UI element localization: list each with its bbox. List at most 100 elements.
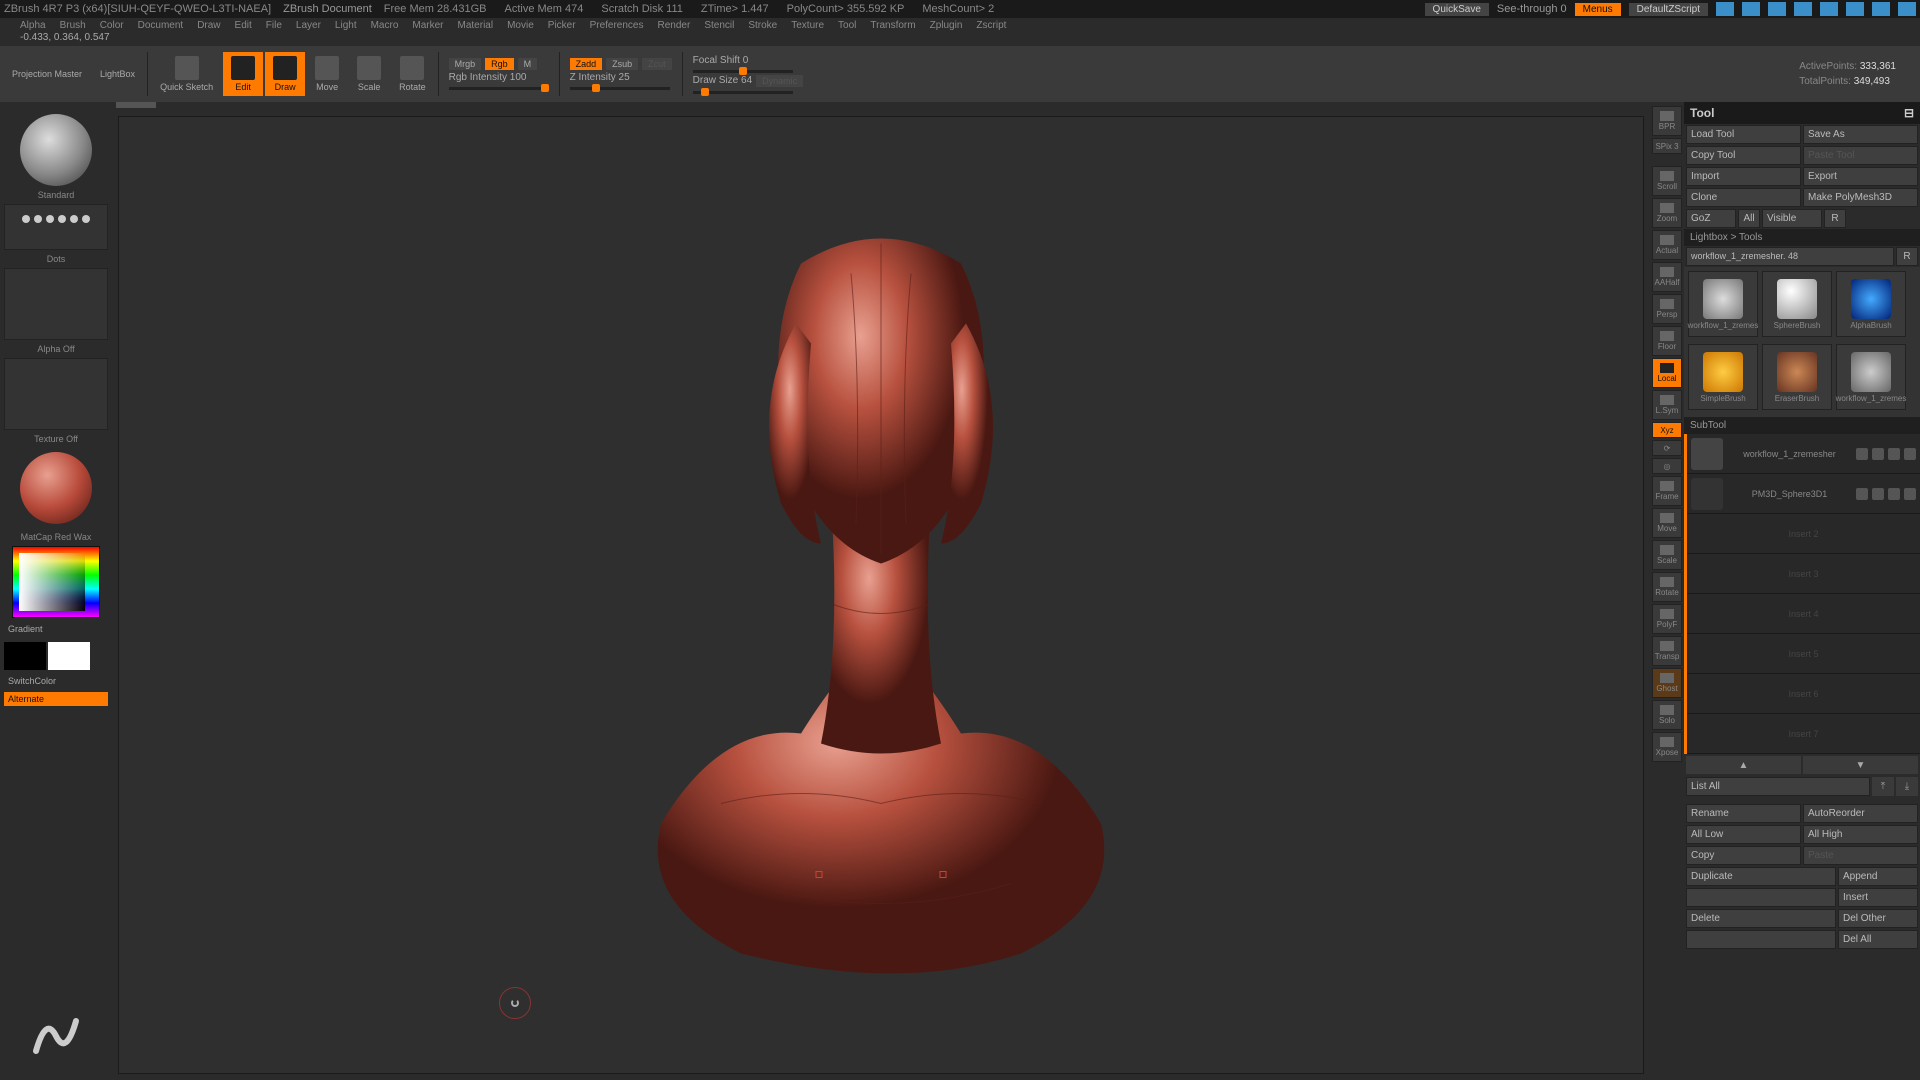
- transp-button[interactable]: Transp: [1652, 636, 1682, 666]
- subtool-row-1[interactable]: PM3D_Sphere3D1: [1687, 474, 1920, 514]
- zcut-button[interactable]: Zcut: [642, 58, 672, 70]
- menu-zscript[interactable]: Zscript: [976, 20, 1006, 31]
- goz-all-button[interactable]: All: [1738, 209, 1760, 228]
- alllow-button[interactable]: All Low: [1686, 825, 1801, 844]
- subtool-row-4[interactable]: Insert 4: [1687, 594, 1920, 634]
- zoom-button[interactable]: Zoom: [1652, 198, 1682, 228]
- menu-edit[interactable]: Edit: [235, 20, 252, 31]
- defaultscript-button[interactable]: DefaultZScript: [1629, 3, 1708, 16]
- delall-button[interactable]: Del All: [1838, 930, 1918, 949]
- active-tool-name[interactable]: workflow_1_zremesher. 48: [1686, 247, 1894, 266]
- goz-button[interactable]: GoZ: [1686, 209, 1736, 228]
- insert-button[interactable]: Insert: [1838, 888, 1918, 907]
- menu-preferences[interactable]: Preferences: [590, 20, 644, 31]
- lightbox-tools-label[interactable]: Lightbox > Tools: [1684, 229, 1920, 246]
- switchcolor-button[interactable]: SwitchColor: [4, 674, 108, 688]
- secondary-color[interactable]: [4, 642, 46, 670]
- zadd-button[interactable]: Zadd: [570, 58, 603, 70]
- menu-alpha[interactable]: Alpha: [20, 20, 46, 31]
- make-polymesh-button[interactable]: Make PolyMesh3D: [1803, 188, 1918, 207]
- edit-button[interactable]: Edit: [223, 52, 263, 96]
- subtool-down-button[interactable]: ▼: [1803, 756, 1918, 774]
- actual-button[interactable]: Actual: [1652, 230, 1682, 260]
- goz-visible-button[interactable]: Visible: [1762, 209, 1822, 228]
- save-as-button[interactable]: Save As: [1803, 125, 1918, 144]
- xyz-button[interactable]: Xyz: [1652, 422, 1682, 438]
- seethrough-slider[interactable]: See-through 0: [1497, 3, 1567, 15]
- menu-file[interactable]: File: [266, 20, 282, 31]
- stroke-slot[interactable]: [4, 204, 108, 250]
- window-button-3[interactable]: [1768, 2, 1786, 16]
- lightbox-button[interactable]: LightBox: [92, 65, 143, 83]
- alpha-slot[interactable]: [4, 268, 108, 340]
- tool-thumb-2[interactable]: AlphaBrush: [1836, 271, 1906, 337]
- goz-r-button[interactable]: R: [1824, 209, 1846, 228]
- dynamic-button[interactable]: Dynamic: [756, 75, 803, 87]
- draw-size-slider[interactable]: Draw Size 64: [693, 75, 752, 86]
- solo-button[interactable]: Solo: [1652, 700, 1682, 730]
- lsym-button[interactable]: L.Sym: [1652, 390, 1682, 420]
- tool-thumb-5[interactable]: workflow_1_zremes: [1836, 344, 1906, 410]
- window-button-4[interactable]: [1794, 2, 1812, 16]
- subtool-paste-button[interactable]: Paste: [1803, 846, 1918, 865]
- rgb-intensity-track[interactable]: [449, 87, 549, 90]
- subtool-up-button[interactable]: ▲: [1686, 756, 1801, 774]
- menu-transform[interactable]: Transform: [870, 20, 915, 31]
- autoreorder-button[interactable]: AutoReorder: [1803, 804, 1918, 823]
- delete-button[interactable]: Delete: [1686, 909, 1836, 928]
- viewport[interactable]: [118, 116, 1644, 1074]
- menu-macro[interactable]: Macro: [371, 20, 399, 31]
- menu-movie[interactable]: Movie: [507, 20, 534, 31]
- menu-marker[interactable]: Marker: [412, 20, 443, 31]
- spix-slider[interactable]: SPix 3: [1652, 138, 1682, 154]
- menu-draw[interactable]: Draw: [197, 20, 220, 31]
- rot-y-button[interactable]: ⟳: [1652, 440, 1682, 456]
- tool-thumb-4[interactable]: EraserBrush: [1762, 344, 1832, 410]
- list-all-button[interactable]: List All: [1686, 777, 1870, 796]
- scale-nav-button[interactable]: Scale: [1652, 540, 1682, 570]
- menu-brush[interactable]: Brush: [60, 20, 86, 31]
- export-button[interactable]: Export: [1803, 167, 1918, 186]
- window-button-6[interactable]: [1846, 2, 1864, 16]
- quicksketch-button[interactable]: Quick Sketch: [152, 52, 221, 96]
- tool-thumb-3[interactable]: SimpleBrush: [1688, 344, 1758, 410]
- rename-button[interactable]: Rename: [1686, 804, 1801, 823]
- menus-button[interactable]: Menus: [1575, 3, 1621, 16]
- window-button-7[interactable]: [1872, 2, 1890, 16]
- m-button[interactable]: M: [518, 58, 538, 70]
- tool-thumb-0[interactable]: workflow_1_zremes: [1688, 271, 1758, 337]
- move-down-button[interactable]: ⤓: [1896, 777, 1918, 796]
- subtool-label[interactable]: SubTool: [1684, 417, 1920, 434]
- main-color[interactable]: [48, 642, 90, 670]
- persp-button[interactable]: Persp: [1652, 294, 1682, 324]
- menu-stroke[interactable]: Stroke: [748, 20, 777, 31]
- move-nav-button[interactable]: Move: [1652, 508, 1682, 538]
- duplicate-button[interactable]: Duplicate: [1686, 867, 1836, 886]
- scale-button[interactable]: Scale: [349, 52, 389, 96]
- subtool-row-0[interactable]: workflow_1_zremesher: [1687, 434, 1920, 474]
- paste-tool-button[interactable]: Paste Tool: [1803, 146, 1918, 165]
- menu-light[interactable]: Light: [335, 20, 357, 31]
- xpose-button[interactable]: Xpose: [1652, 732, 1682, 762]
- import-button[interactable]: Import: [1686, 167, 1801, 186]
- menu-stencil[interactable]: Stencil: [704, 20, 734, 31]
- mrgb-button[interactable]: Mrgb: [449, 58, 482, 70]
- append-button[interactable]: Append: [1838, 867, 1918, 886]
- rotate-nav-button[interactable]: Rotate: [1652, 572, 1682, 602]
- allhigh-button[interactable]: All High: [1803, 825, 1918, 844]
- subtool-row-3[interactable]: Insert 3: [1687, 554, 1920, 594]
- load-tool-button[interactable]: Load Tool: [1686, 125, 1801, 144]
- move-button[interactable]: Move: [307, 52, 347, 96]
- menu-color[interactable]: Color: [100, 20, 124, 31]
- subtool-row-5[interactable]: Insert 5: [1687, 634, 1920, 674]
- color-picker[interactable]: [12, 546, 100, 618]
- floor-button[interactable]: Floor: [1652, 326, 1682, 356]
- quicksave-button[interactable]: QuickSave: [1425, 3, 1489, 16]
- gradient-button[interactable]: Gradient: [4, 622, 108, 636]
- draw-button[interactable]: Draw: [265, 52, 305, 96]
- menu-render[interactable]: Render: [658, 20, 691, 31]
- local-button[interactable]: Local: [1652, 358, 1682, 388]
- zsub-button[interactable]: Zsub: [606, 58, 638, 70]
- subtool-row-6[interactable]: Insert 6: [1687, 674, 1920, 714]
- menu-zplugin[interactable]: Zplugin: [930, 20, 963, 31]
